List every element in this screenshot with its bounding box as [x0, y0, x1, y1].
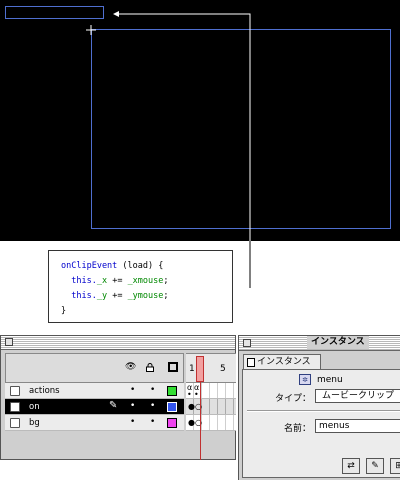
frame-number: 5	[220, 364, 226, 374]
lock-dot[interactable]: •	[150, 385, 155, 395]
movie-clip-symbol-icon: ✲	[299, 374, 311, 385]
frame-row-actions[interactable]: α • α •	[186, 383, 236, 399]
instance-tab-icon	[247, 358, 255, 367]
layer-name: actions	[29, 386, 60, 396]
keyframe[interactable]: α •	[187, 384, 192, 399]
layer-row-on[interactable]: on ✎ • •	[5, 399, 184, 415]
layer-name: on	[29, 402, 40, 412]
visibility-dot[interactable]: •	[130, 385, 135, 395]
lock-dot[interactable]: •	[150, 401, 155, 411]
code-line-4: }	[61, 306, 67, 316]
panel-title: インスタンス	[307, 336, 369, 349]
tab-instance[interactable]: インスタンス	[243, 354, 321, 370]
keyframe[interactable]: ●	[188, 403, 195, 411]
layer-color-swatch[interactable]	[167, 418, 177, 428]
outline-icon[interactable]	[168, 362, 178, 372]
timeline-panel: 👁 1 5 actions • • on ✎ • • bg • • α • α •	[0, 335, 236, 460]
tab-label: インスタンス	[257, 357, 311, 367]
code-line-2: this._x += _xmouse;	[61, 276, 169, 286]
playhead-line	[200, 382, 201, 460]
playhead[interactable]	[196, 356, 204, 382]
lock-icon[interactable]	[146, 363, 154, 372]
type-select[interactable]: ムービークリップ	[315, 389, 400, 403]
code-callout: onClipEvent (load) { this._x += _xmouse;…	[48, 250, 233, 323]
keyframe[interactable]: ●	[188, 419, 195, 427]
frame-row-bg[interactable]: ● ○	[186, 415, 236, 431]
keyframe[interactable]: α •	[194, 384, 199, 399]
lock-dot[interactable]: •	[150, 417, 155, 427]
frame-row-on[interactable]: ● ○	[186, 399, 236, 415]
type-label: タイプ：	[274, 394, 311, 404]
close-box-icon[interactable]	[243, 339, 251, 347]
timeline-empty-area	[5, 436, 184, 458]
name-label: 名前：	[283, 424, 311, 434]
duplicate-symbol-button[interactable]: ⊞	[390, 458, 400, 474]
visibility-dot[interactable]: •	[130, 417, 135, 427]
symbol-name: menu	[317, 375, 343, 385]
frame-number: 1	[189, 364, 195, 374]
divider	[247, 410, 400, 412]
instance-titlebar[interactable]: インスタンス	[239, 336, 400, 351]
close-box-icon[interactable]	[5, 338, 13, 346]
eye-icon[interactable]: 👁	[125, 362, 136, 372]
instance-body: ✲ menu タイプ： ムービークリップ 名前： ⇄ ✎ ⊞	[242, 369, 400, 478]
layer-icon	[10, 386, 20, 396]
frame-ruler[interactable]: 1 5	[186, 353, 236, 383]
code-line-1: onClipEvent (load) {	[61, 261, 164, 271]
layer-name: bg	[29, 418, 40, 428]
instance-panel: インスタンス インスタンス ✲ menu タイプ： ムービークリップ 名前： ⇄…	[238, 335, 400, 480]
layer-icon	[10, 402, 20, 412]
layer-color-swatch[interactable]	[167, 402, 177, 412]
layer-row-actions[interactable]: actions • •	[5, 383, 184, 399]
pencil-icon: ✎	[109, 400, 118, 411]
instance-name-input[interactable]	[315, 419, 400, 433]
layer-header: 👁	[5, 353, 184, 383]
edit-actions-button[interactable]: ✎	[366, 458, 384, 474]
timeline-titlebar[interactable]	[1, 336, 235, 350]
layer-color-swatch[interactable]	[167, 386, 177, 396]
layer-row-bg[interactable]: bg • •	[5, 415, 184, 431]
swap-symbol-button[interactable]: ⇄	[342, 458, 360, 474]
layer-icon	[10, 418, 20, 428]
code-line-3: this._y += _ymouse;	[61, 291, 169, 301]
visibility-dot[interactable]: •	[130, 401, 135, 411]
